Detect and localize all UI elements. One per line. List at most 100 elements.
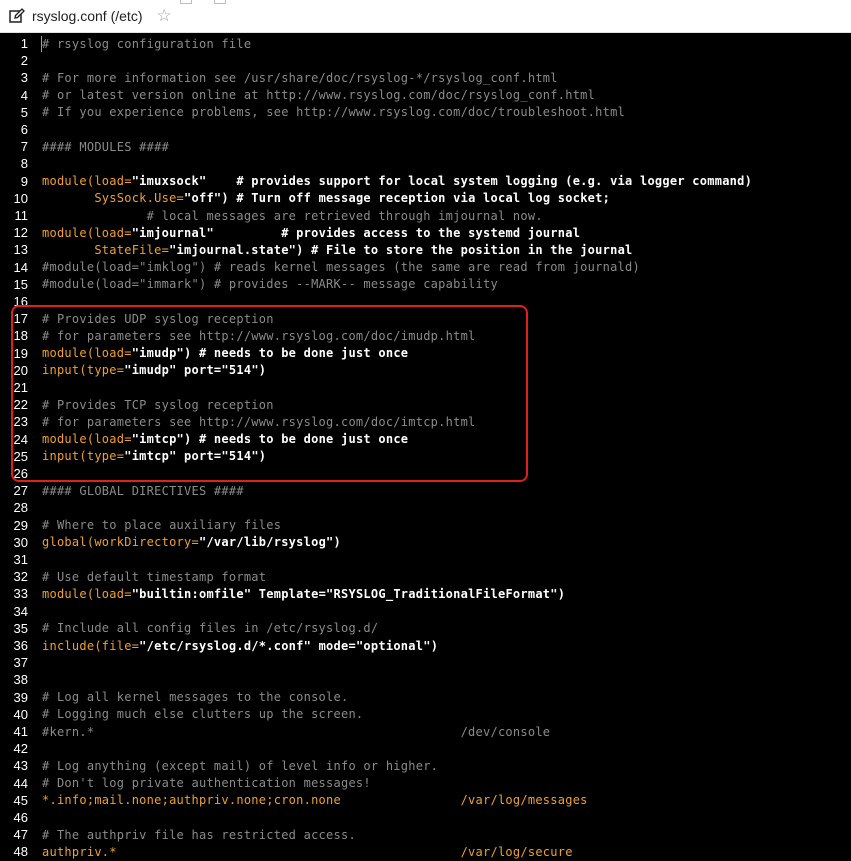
code-token: "imudp" (131, 346, 185, 361)
code-token: module(load= (42, 174, 132, 189)
code-line[interactable]: 18 # for parameters see http://www.rsyslo… (0, 327, 851, 344)
code-line[interactable]: 4 # or latest version online at http://ww… (0, 87, 851, 104)
code-text: #module(load="immark") # provides --MARK… (42, 277, 498, 291)
code-text: module(load="builtin:omfile" Template="R… (42, 587, 565, 601)
tab-rsyslog-conf[interactable]: rsyslog.conf (/etc) ☆ (8, 6, 172, 26)
code-line[interactable]: 43 # Log anything (except mail) of level … (0, 757, 851, 774)
code-line[interactable]: 44 # Don't log private authentication mes… (0, 775, 851, 792)
code-line[interactable]: 2 (0, 52, 851, 69)
code-line[interactable]: 25 input(type="imtcp" port="514") (0, 448, 851, 465)
code-editor[interactable]: 1 # rsyslog configuration file 2 3 # For mor… (0, 33, 851, 861)
code-token: ) (333, 535, 341, 550)
code-line[interactable]: 26 (0, 465, 851, 482)
code-token: # Provides UDP syslog reception (42, 311, 274, 326)
code-line[interactable]: 39 # Log all kernel messages to the conso… (0, 689, 851, 706)
line-number: 5 (20, 104, 28, 120)
line-number: 16 (13, 294, 28, 310)
code-line[interactable]: 3 # For more information see /usr/share/d… (0, 69, 851, 86)
code-line[interactable]: 47 # The authpriv file has restricted acc… (0, 826, 851, 843)
code-token: # provides support for local system logg… (206, 174, 753, 189)
code-line[interactable]: 28 (0, 499, 851, 516)
code-line[interactable]: 15 #module(load="immark") # provides --MA… (0, 276, 851, 293)
code-text: module(load="imjournal" # provides acces… (42, 226, 580, 240)
line-number: 7 (20, 139, 28, 155)
code-line[interactable]: 23 # for parameters see http://www.rsyslo… (0, 413, 851, 430)
code-text: # The authpriv file has restricted acces… (42, 828, 356, 842)
code-line[interactable]: 42 (0, 740, 851, 757)
line-number: 20 (13, 362, 28, 378)
code-token: # Don't log private authentication messa… (42, 776, 371, 791)
line-number: 41 (13, 724, 28, 740)
code-line[interactable]: 10 SysSock.Use="off") # Turn off message… (0, 190, 851, 207)
line-number: 1 (20, 36, 28, 52)
code-text: # Use default timestamp format (42, 570, 266, 584)
code-line[interactable]: 27 #### GLOBAL DIRECTIVES #### (0, 482, 851, 499)
code-text: # local messages are retrieved through i… (42, 209, 543, 223)
code-line[interactable]: 14 #module(load="imklog") # reads kernel … (0, 259, 851, 276)
code-text: *.info;mail.none;authpriv.none;cron.none… (42, 793, 588, 807)
code-line[interactable]: 46 (0, 809, 851, 826)
code-line[interactable]: 6 (0, 121, 851, 138)
code-token: input(type= (42, 363, 125, 378)
code-token: #module(load="immark") # provides --MARK… (42, 277, 498, 292)
tab-bar-top-edge (180, 0, 240, 4)
code-line[interactable]: 21 (0, 379, 851, 396)
code-line[interactable]: 16 (0, 293, 851, 310)
code-line[interactable]: 17 # Provides UDP syslog reception (0, 310, 851, 327)
code-text: # for parameters see http://www.rsyslog.… (42, 329, 476, 343)
code-token: "imtcp" (131, 432, 185, 447)
code-line[interactable]: 36 include(file="/etc/rsyslog.d/*.conf" m… (0, 637, 851, 654)
code-token: "RSYSLOG_TraditionalFileFormat" (326, 586, 558, 601)
code-line[interactable]: 1 # rsyslog configuration file (0, 35, 851, 52)
code-text: # for parameters see http://www.rsyslog.… (42, 415, 476, 429)
code-line[interactable]: 40 # Logging much else clutters up the sc… (0, 706, 851, 723)
code-text: # or latest version online at http://www… (42, 88, 595, 102)
line-number: 38 (13, 672, 28, 688)
code-line[interactable]: 19 module(load="imudp") # needs to be don… (0, 345, 851, 362)
code-line[interactable]: 34 (0, 603, 851, 620)
code-line[interactable]: 24 module(load="imtcp") # needs to be don… (0, 431, 851, 448)
code-line[interactable]: 8 (0, 155, 851, 172)
code-text: # Log anything (except mail) of level in… (42, 759, 438, 773)
code-token: authpriv.* /var/log/secure (42, 844, 573, 859)
line-number: 26 (13, 466, 28, 482)
code-token: input(type= (42, 449, 125, 464)
code-line[interactable]: 48 authpriv.* /var/log/secure (0, 843, 851, 860)
code-line[interactable]: 38 (0, 671, 851, 688)
code-line[interactable]: 33 module(load="builtin:omfile" Template=… (0, 585, 851, 602)
code-token: module(load= (42, 432, 132, 447)
code-token: "imudp" (124, 363, 177, 378)
code-line[interactable]: 22 # Provides TCP syslog reception (0, 396, 851, 413)
code-token: "/etc/rsyslog.d/*.conf" (139, 638, 312, 653)
code-line[interactable]: 7 #### MODULES #### (0, 138, 851, 155)
code-token: port= (176, 449, 222, 464)
line-number: 12 (13, 225, 28, 241)
code-text: input(type="imudp" port="514") (42, 363, 266, 377)
code-line[interactable]: 20 input(type="imudp" port="514") (0, 362, 851, 379)
code-token: "514" (221, 363, 259, 378)
code-line[interactable]: 29 # Where to place auxiliary files (0, 517, 851, 534)
star-icon[interactable]: ☆ (156, 7, 171, 25)
code-token: "imuxsock" (131, 174, 207, 189)
code-line[interactable]: 11 # local messages are retrieved throug… (0, 207, 851, 224)
code-line[interactable]: 35 # Include all config files in /etc/rsy… (0, 620, 851, 637)
code-token: # Logging much else clutters up the scre… (42, 707, 364, 722)
code-text: # Provides TCP syslog reception (42, 398, 274, 412)
code-line[interactable]: 9 module(load="imuxsock" # provides suppo… (0, 173, 851, 190)
code-line[interactable]: 12 module(load="imjournal" # provides acc… (0, 224, 851, 241)
code-line[interactable]: 31 (0, 551, 851, 568)
edit-icon (8, 7, 26, 25)
code-line[interactable]: 5 # If you experience problems, see http:… (0, 104, 851, 121)
code-line[interactable]: 41 #kern.* /dev/console (0, 723, 851, 740)
code-line[interactable]: 30 global(workDirectory="/var/lib/rsyslog… (0, 534, 851, 551)
code-line[interactable]: 13 StateFile="imjournal.state") # File t… (0, 241, 851, 258)
line-number: 24 (13, 431, 28, 447)
line-number: 6 (20, 122, 28, 138)
code-line[interactable]: 32 # Use default timestamp format (0, 568, 851, 585)
code-line[interactable]: 45 *.info;mail.none;authpriv.none;cron.no… (0, 792, 851, 809)
code-token: module(load= (42, 586, 132, 601)
code-line[interactable]: 37 (0, 654, 851, 671)
line-number: 46 (13, 810, 28, 826)
code-token: # local messages are retrieved through i… (42, 208, 543, 223)
